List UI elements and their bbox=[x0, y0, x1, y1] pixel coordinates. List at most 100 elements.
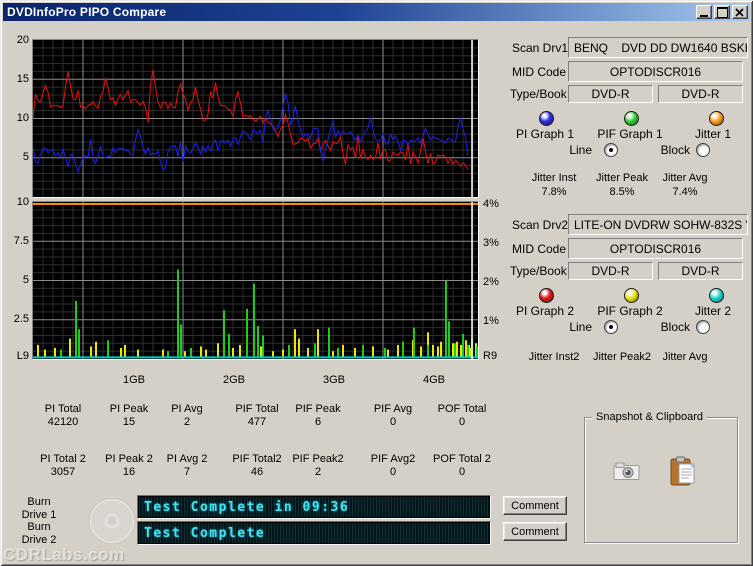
type-2-field-a: DVD-R bbox=[568, 262, 653, 280]
pif-chart-frame bbox=[32, 201, 479, 360]
stat-label: PI Avg 2 bbox=[148, 453, 226, 465]
stat-label: POF Total bbox=[423, 403, 501, 415]
left-corner-label: L9 bbox=[2, 350, 29, 362]
pif-graph-1-led bbox=[624, 111, 639, 126]
stat-value: 6 bbox=[279, 416, 357, 428]
x-tick-4gb: 4GB bbox=[414, 374, 454, 386]
type-1-field-a: DVD-R bbox=[568, 85, 653, 103]
pi-chart bbox=[33, 40, 478, 197]
right-corner-label: R9 bbox=[483, 350, 513, 362]
scan-drv1-field: BENQ DVD DD DW1640 BSKB bbox=[568, 37, 748, 58]
jitter-1-led bbox=[709, 111, 724, 126]
stat-label: PIF Peak2 bbox=[279, 453, 357, 465]
block-label-1: Block bbox=[648, 143, 690, 157]
snapshot-camera-icon[interactable] bbox=[613, 460, 641, 482]
type-2-field-b: DVD-R bbox=[658, 262, 743, 280]
mid-code-1-field: OPTODISCR016 bbox=[568, 61, 743, 82]
stat-pof-total-2: POF Total 20 bbox=[423, 453, 501, 478]
minimize-icon bbox=[700, 15, 708, 17]
jitter-peak-label: Jitter Peak bbox=[588, 172, 656, 184]
stat-value: 0 bbox=[354, 416, 432, 428]
close-icon bbox=[735, 8, 745, 17]
comment-button-2[interactable]: Comment bbox=[503, 522, 567, 541]
stat-pif-peak: PIF Peak6 bbox=[279, 403, 357, 428]
y2r-tick-2pct: 2% bbox=[483, 276, 513, 288]
block-radio-2[interactable] bbox=[696, 320, 710, 334]
jitter-2-led bbox=[709, 288, 724, 303]
pif-chart bbox=[33, 202, 478, 359]
jitter-avg-value: 7.4% bbox=[651, 186, 719, 198]
burn-drive-1-label-line1: Burn bbox=[8, 496, 70, 508]
pi-graph-1-led bbox=[539, 111, 554, 126]
burn-drive-1-label-line2: Drive 1 bbox=[8, 509, 70, 521]
x-tick-1gb: 1GB bbox=[114, 374, 154, 386]
maximize-button[interactable] bbox=[714, 5, 730, 19]
line-radio-1[interactable] bbox=[604, 143, 618, 157]
burn-drive-1-lcd-text: Test Complete in 09:36 bbox=[139, 500, 349, 515]
y2-tick-5: 5 bbox=[2, 274, 29, 286]
pi-chart-frame bbox=[32, 39, 479, 198]
stat-value: 7 bbox=[148, 466, 226, 478]
y2-tick-2-5: 2.5 bbox=[2, 313, 29, 325]
stat-value: 0 bbox=[423, 466, 501, 478]
pif-graph-2-led bbox=[624, 288, 639, 303]
stat-pif-avg-2: PIF Avg20 bbox=[354, 453, 432, 478]
pif-graph-2-label: PIF Graph 2 bbox=[588, 304, 672, 318]
pi-graph-2-led bbox=[539, 288, 554, 303]
y2-tick-7-5: 7.5 bbox=[2, 235, 29, 247]
y-tick-10: 10 bbox=[2, 112, 29, 124]
close-button[interactable] bbox=[732, 5, 748, 19]
burn-drive-2-lcd-text: Test Complete bbox=[139, 526, 265, 541]
stat-value: 0 bbox=[423, 416, 501, 428]
y2-tick-10: 10 bbox=[2, 196, 29, 208]
x-tick-2gb: 2GB bbox=[214, 374, 254, 386]
jitter-avg2-label: Jitter Avg bbox=[651, 351, 719, 363]
y-tick-5: 5 bbox=[2, 151, 29, 163]
line-radio-2[interactable] bbox=[604, 320, 618, 334]
mid-code-2-label: MID Code bbox=[512, 242, 566, 256]
minimize-button[interactable] bbox=[696, 5, 712, 19]
x-tick-3gb: 3GB bbox=[314, 374, 354, 386]
maximize-icon bbox=[717, 7, 728, 18]
watermark: CDRLabs.com bbox=[3, 545, 125, 565]
stat-pif-peak-2: PIF Peak22 bbox=[279, 453, 357, 478]
title-bar[interactable]: DVDInfoPro PIPO Compare bbox=[3, 3, 750, 21]
comment-button-1[interactable]: Comment bbox=[503, 496, 567, 515]
y2r-tick-4pct: 4% bbox=[483, 198, 513, 210]
stat-label: PIF Avg2 bbox=[354, 453, 432, 465]
burn-drive-2-label-line1: Burn bbox=[8, 521, 70, 533]
block-label-2: Block bbox=[648, 320, 690, 334]
jitter-inst-label: Jitter Inst bbox=[520, 172, 588, 184]
snapshot-groupbox: Snapshot & Clipboard bbox=[584, 417, 738, 543]
clipboard-icon[interactable] bbox=[670, 456, 696, 487]
pi-graph-1-label: PI Graph 1 bbox=[503, 127, 587, 141]
pi-graph-2-label: PI Graph 2 bbox=[503, 304, 587, 318]
line-label-2: Line bbox=[558, 320, 592, 334]
block-radio-1[interactable] bbox=[696, 143, 710, 157]
y2r-tick-3pct: 3% bbox=[483, 237, 513, 249]
mid-code-1-label: MID Code bbox=[512, 65, 566, 79]
jitter-avg-label: Jitter Avg bbox=[651, 172, 719, 184]
stat-pi-avg: PI Avg2 bbox=[148, 403, 226, 428]
snapshot-groupbox-title: Snapshot & Clipboard bbox=[592, 411, 707, 423]
disc-graphic bbox=[89, 498, 135, 544]
stat-value: 0 bbox=[354, 466, 432, 478]
stat-value: 2 bbox=[148, 416, 226, 428]
jitter-inst2-label: Jitter Inst2 bbox=[520, 351, 588, 363]
app-window: DVDInfoPro PIPO Compare 20 15 10 5 10 7.… bbox=[0, 0, 753, 566]
stat-pif-avg: PIF Avg0 bbox=[354, 403, 432, 428]
scan-drv2-label: Scan Drv2 bbox=[512, 218, 568, 232]
jitter-1-label: Jitter 1 bbox=[671, 127, 753, 141]
stat-label: PIF Peak bbox=[279, 403, 357, 415]
window-title: DVDInfoPro PIPO Compare bbox=[3, 5, 166, 19]
jitter-peak2-label: Jitter Peak2 bbox=[588, 351, 656, 363]
scan-drv1-label: Scan Drv1 bbox=[512, 41, 568, 55]
pif-graph-1-label: PIF Graph 1 bbox=[588, 127, 672, 141]
jitter-2-label: Jitter 2 bbox=[671, 304, 753, 318]
type-book-2-label: Type/Book bbox=[510, 264, 567, 278]
type-1-field-b: DVD-R bbox=[658, 85, 743, 103]
jitter-peak-value: 8.5% bbox=[588, 186, 656, 198]
stat-label: PI Avg bbox=[148, 403, 226, 415]
stat-label: PIF Avg bbox=[354, 403, 432, 415]
line-label-1: Line bbox=[558, 143, 592, 157]
